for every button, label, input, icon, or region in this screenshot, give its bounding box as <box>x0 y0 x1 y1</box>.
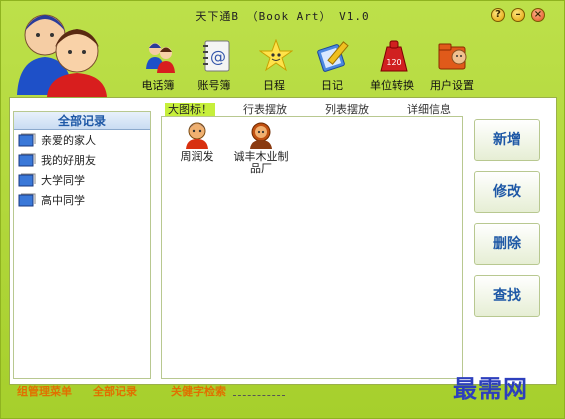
company-contact-icon <box>250 122 272 149</box>
tab-details[interactable]: 详细信息 <box>407 103 451 117</box>
help-button[interactable]: ? <box>491 8 505 22</box>
contact-name: 诚丰木业制品厂 <box>233 150 289 175</box>
find-button[interactable]: 查找 <box>474 275 540 317</box>
svg-text:@: @ <box>210 47 226 66</box>
contact-entry[interactable]: 周润发 <box>165 119 229 163</box>
book-icon <box>18 153 36 167</box>
toolbar-label: 日程 <box>263 79 285 92</box>
toolbar-label: 用户设置 <box>430 79 474 92</box>
toolbar-label: 电话簿 <box>141 79 175 92</box>
main-toolbar: 电话簿 @ 账号簿 日程 日记 120 单位转换 用户设置 <box>129 39 489 95</box>
watermark: 最需网 <box>453 374 528 403</box>
all-records-link[interactable]: 全部记录 <box>93 383 137 399</box>
sidebar-item-label: 大学同学 <box>41 174 85 187</box>
toolbar-diary-button[interactable]: 日记 <box>303 39 361 95</box>
tab-large-icons[interactable]: 大图标！ <box>165 103 215 117</box>
star-face-icon <box>259 39 293 72</box>
sidebar-item-label: 亲爱的家人 <box>41 134 96 147</box>
sidebar-item-highschool[interactable]: 高中同学 <box>14 190 150 210</box>
app-logo-people-icon <box>17 14 107 97</box>
sidebar-item-friends[interactable]: 我的好朋友 <box>14 150 150 170</box>
toolbar-label: 账号簿 <box>197 79 231 92</box>
tab-row-layout[interactable]: 行表摆放 <box>243 103 287 117</box>
toolbar-label: 日记 <box>321 79 343 92</box>
toolbar-phonebook-button[interactable]: 电话簿 <box>129 39 187 95</box>
contact-name: 周润发 <box>180 150 214 163</box>
app-window: 天下通B （Book Art） V1.0 ? – × 电话簿 @ 账号簿 日程 … <box>0 0 565 419</box>
edit-button[interactable]: 修改 <box>474 171 540 213</box>
group-sidebar: 全部记录 亲爱的家人 我的好朋友 大学同学 高中同学 <box>13 111 151 379</box>
book-icon <box>18 133 36 147</box>
sidebar-item-college[interactable]: 大学同学 <box>14 170 150 190</box>
keyword-search-input[interactable] <box>233 384 285 396</box>
minimize-button[interactable]: – <box>511 8 525 22</box>
toolbar-accounts-button[interactable]: @ 账号簿 <box>185 39 243 95</box>
user-folder-icon <box>438 43 467 70</box>
toolbar-user-settings-button[interactable]: 用户设置 <box>423 39 481 95</box>
sidebar-item-family[interactable]: 亲爱的家人 <box>14 130 150 150</box>
toolbar-schedule-button[interactable]: 日程 <box>245 39 303 95</box>
keyword-search-label: 关健字检索 <box>171 385 226 398</box>
toolbar-label: 单位转换 <box>370 79 414 92</box>
book-icon <box>18 193 36 207</box>
view-mode-tabs: 大图标！ 行表摆放 列表摆放 详细信息 <box>165 103 461 117</box>
tab-column-layout[interactable]: 列表摆放 <box>325 103 369 117</box>
svg-text:120: 120 <box>386 58 401 67</box>
toolbar-unit-convert-button[interactable]: 120 单位转换 <box>363 39 421 95</box>
people-icon <box>146 43 175 73</box>
close-button[interactable]: × <box>531 8 545 22</box>
sidebar-header-all-records[interactable]: 全部记录 <box>14 112 150 130</box>
sidebar-item-label: 高中同学 <box>41 194 85 207</box>
delete-button[interactable]: 删除 <box>474 223 540 265</box>
contact-entry[interactable]: 诚丰木业制品厂 <box>229 119 293 175</box>
male-contact-icon <box>186 122 208 149</box>
weight-120-icon: 120 <box>380 40 408 72</box>
add-button[interactable]: 新增 <box>474 119 540 161</box>
notebook-at-icon: @ <box>203 40 230 72</box>
group-menu-link[interactable]: 组管理菜单 <box>17 383 72 399</box>
book-icon <box>18 173 36 187</box>
sidebar-item-label: 我的好朋友 <box>41 154 96 167</box>
diary-pen-icon <box>317 41 349 72</box>
